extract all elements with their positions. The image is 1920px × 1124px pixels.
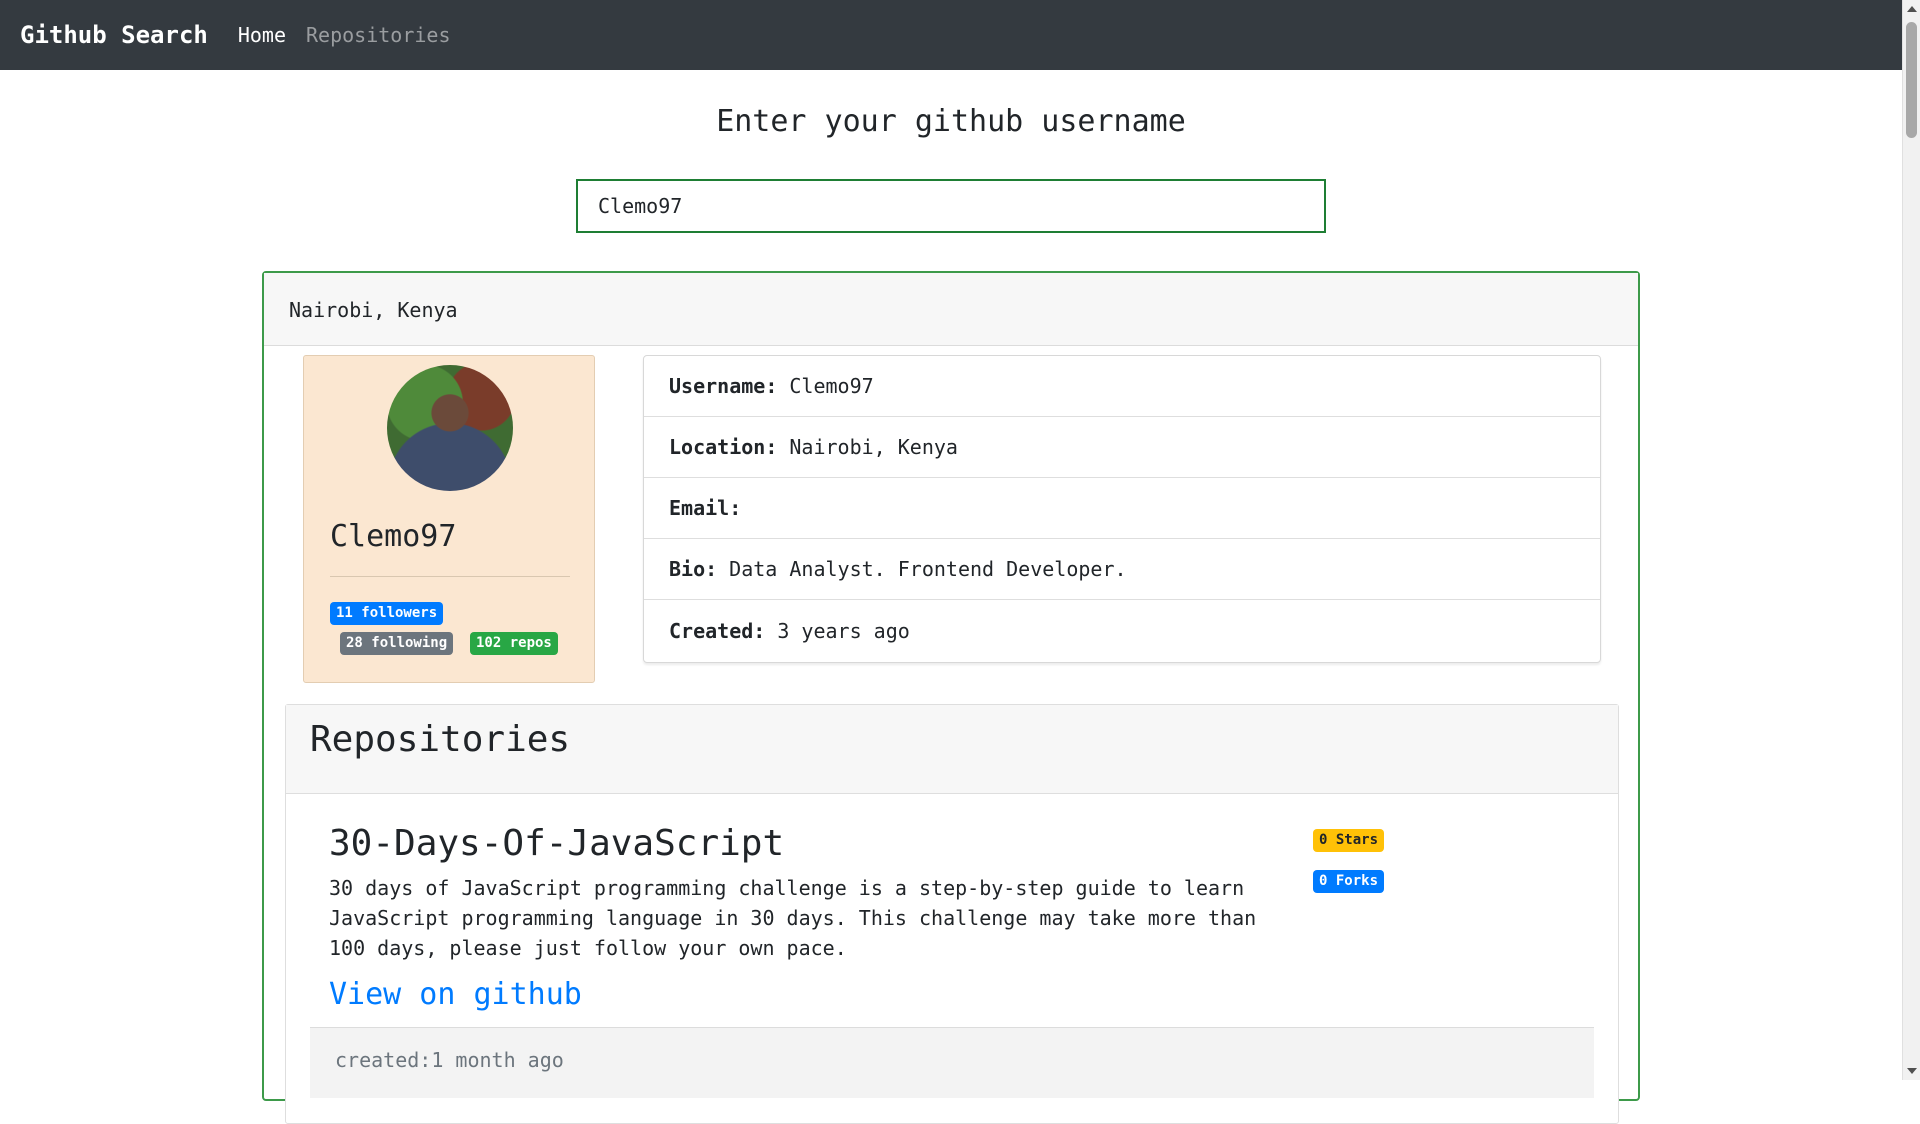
detail-row-bio: Bio: Data Analyst. Frontend Developer. [644, 539, 1600, 600]
repo-description: 30 days of JavaScript programming challe… [329, 876, 1257, 960]
followers-badge: 11 followers [330, 602, 444, 625]
detail-row-email: Email: [644, 478, 1600, 539]
detail-row-location: Location: Nairobi, Kenya [644, 417, 1600, 478]
brand-logo[interactable]: Github Search [20, 21, 208, 49]
navbar: Github Search Home Repositories [0, 0, 1902, 70]
scroll-up-arrow-icon[interactable] [1907, 6, 1917, 12]
detail-value: Data Analyst. Frontend Developer. [729, 557, 1127, 581]
repositories-header: Repositories [286, 705, 1618, 794]
detail-value: Nairobi, Kenya [789, 435, 958, 459]
repositories-card: Repositories 30-Days-Of-JavaScript 0 Sta… [285, 704, 1619, 1124]
detail-label: Username: [669, 374, 778, 398]
detail-label: Bio: [669, 557, 718, 581]
repositories-title: Repositories [310, 719, 571, 760]
username-search-input[interactable] [576, 179, 1326, 233]
detail-row-created: Created: 3 years ago [644, 600, 1600, 661]
profile-card: Nairobi, Kenya Clemo97 11 followers 28 f… [262, 271, 1640, 1124]
scrollbar-thumb[interactable] [1906, 22, 1917, 138]
repo-footer: created:1 month ago [310, 1027, 1594, 1098]
forks-badge: 0 Forks [1313, 870, 1385, 893]
stars-badge: 0 Stars [1313, 829, 1385, 852]
repo-name: 30-Days-Of-JavaScript [329, 823, 785, 864]
user-summary-panel: Clemo97 11 followers 28 following 102 re… [303, 355, 595, 683]
panel-divider [330, 576, 570, 577]
detail-value: 3 years ago [777, 618, 910, 643]
profile-card-header: Nairobi, Kenya [264, 273, 1638, 346]
avatar [387, 365, 513, 491]
user-login: Clemo97 [330, 519, 457, 554]
view-on-github-link[interactable]: View on github [329, 977, 582, 1012]
repo-created-date: created:1 month ago [335, 1048, 564, 1072]
scroll-down-arrow-icon[interactable] [1907, 1068, 1917, 1074]
nav-home-link[interactable]: Home [238, 23, 286, 47]
detail-label: Location: [669, 435, 778, 459]
search-title: Enter your github username [716, 104, 1186, 139]
detail-label: Email: [669, 496, 742, 520]
detail-value: Clemo97 [789, 374, 874, 398]
following-badge: 28 following [340, 632, 454, 655]
nav-repositories-link[interactable]: Repositories [306, 23, 451, 47]
profile-header-location: Nairobi, Kenya [289, 298, 458, 322]
page-scrollbar[interactable] [1902, 0, 1920, 1080]
detail-label: Created: [669, 618, 766, 643]
detail-row-username: Username: Clemo97 [644, 356, 1600, 417]
repos-badge: 102 repos [470, 632, 558, 655]
user-details-list: Username: Clemo97 Location: Nairobi, Ken… [643, 355, 1601, 663]
